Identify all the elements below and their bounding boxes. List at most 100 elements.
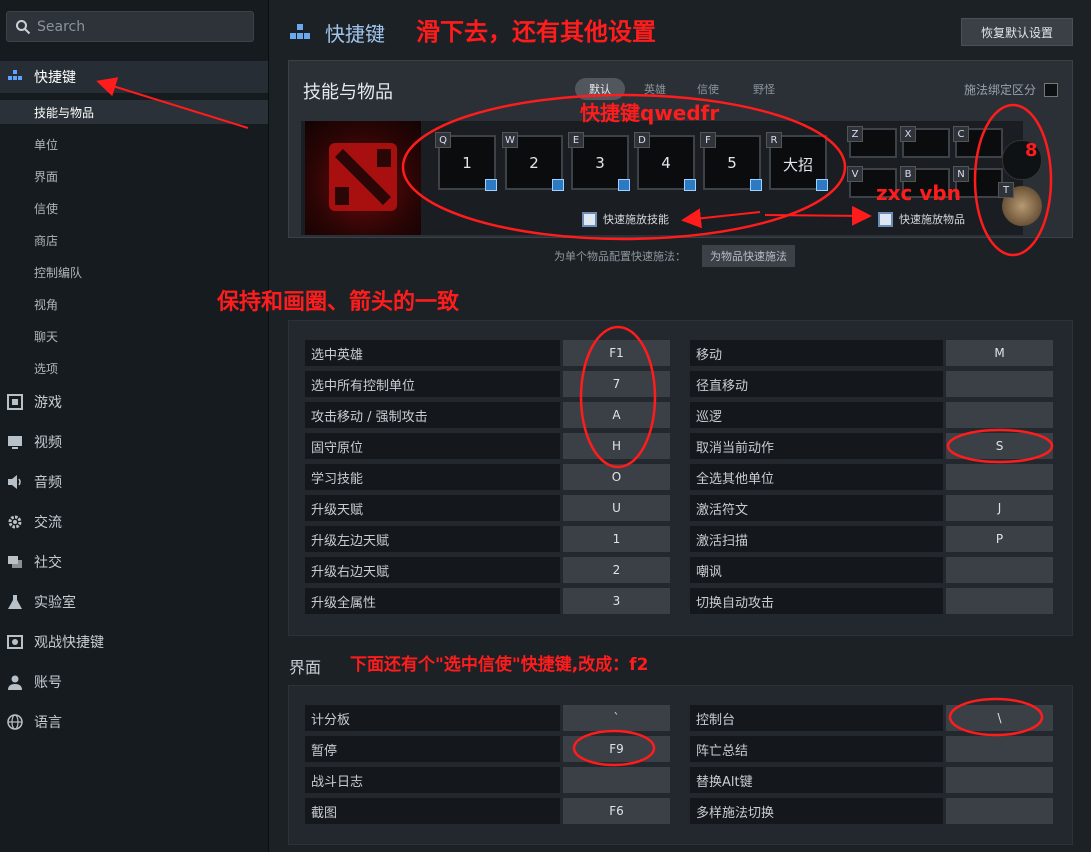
speaker-icon <box>6 473 24 491</box>
hotkey-binding-button[interactable]: 7 <box>563 371 670 397</box>
ability-slot-w[interactable]: W2 <box>502 132 564 191</box>
hotkey-label: 取消当前动作 <box>690 433 943 459</box>
hotkey-binding-button[interactable]: U <box>563 495 670 521</box>
item-slot-x[interactable]: X <box>900 126 950 158</box>
hotkey-binding-button[interactable] <box>946 798 1053 824</box>
dropdown-icon[interactable] <box>750 179 762 191</box>
hotkey-binding-button[interactable] <box>946 588 1053 614</box>
hotkey-binding-button[interactable]: 3 <box>563 588 670 614</box>
search-input[interactable]: Search <box>6 11 254 42</box>
hotkey-label: 切换自动攻击 <box>690 588 943 614</box>
sidebar-item-label: 交流 <box>34 515 62 531</box>
hotkey-label: 多样施法切换 <box>690 798 943 824</box>
hotkey-binding-button[interactable]: O <box>563 464 670 490</box>
hotkey-binding-button[interactable]: S <box>946 433 1053 459</box>
quick-cast-item-toggle[interactable]: 快速施放物品 <box>878 211 965 227</box>
sidebar-sub-interface[interactable]: 界面 <box>34 164 58 188</box>
sidebar-item-spectate-hotkeys[interactable]: 观战快捷键 <box>0 626 268 658</box>
hotkey-label: 嘲讽 <box>690 557 943 583</box>
hotkey-binding-button[interactable]: 1 <box>563 526 670 552</box>
dota-logo-icon <box>329 143 397 211</box>
hotkey-binding-button[interactable]: 2 <box>563 557 670 583</box>
hotkey-label: 升级右边天赋 <box>305 557 560 583</box>
hotkey-binding-button[interactable]: P <box>946 526 1053 552</box>
quick-cast-item-checkbox[interactable] <box>878 211 893 227</box>
per-item-quickcast-button[interactable]: 为物品快速施法 <box>702 245 795 267</box>
sidebar-item-game[interactable]: 游戏 <box>0 386 268 418</box>
hotkey-binding-button[interactable]: M <box>946 340 1053 366</box>
sidebar-item-language[interactable]: 语言 <box>0 706 268 738</box>
flask-icon <box>6 593 24 611</box>
dropdown-icon[interactable] <box>618 179 630 191</box>
quick-cast-ability-checkbox[interactable] <box>582 211 597 227</box>
hotkey-row: 移动 M <box>690 340 1053 366</box>
annotation-hotkey-note: 快捷键qwedfr <box>580 101 720 125</box>
hotkey-binding-button[interactable]: F9 <box>563 736 670 762</box>
hotkey-binding-button[interactable] <box>946 767 1053 793</box>
sidebar-item-communication[interactable]: 交流 <box>0 506 268 538</box>
reset-defaults-button[interactable]: 恢复默认设置 <box>961 18 1073 46</box>
tp-scroll-slot[interactable]: T <box>998 182 1042 226</box>
hotkey-binding-button[interactable]: H <box>563 433 670 459</box>
hotkey-binding-button[interactable] <box>946 557 1053 583</box>
hotkey-binding-button[interactable]: F6 <box>563 798 670 824</box>
hotkey-binding-button[interactable]: J <box>946 495 1053 521</box>
hotkey-row: 暂停 F9 <box>305 736 670 762</box>
cast-bind-checkbox[interactable] <box>1044 82 1058 97</box>
hotkey-label: 全选其他单位 <box>690 464 943 490</box>
hotkey-binding-button[interactable] <box>946 736 1053 762</box>
sidebar-sub-chat[interactable]: 聊天 <box>34 324 58 348</box>
item-slot-n[interactable]: N <box>953 166 1003 198</box>
hotkey-binding-button[interactable] <box>946 464 1053 490</box>
hotkey-binding-button[interactable] <box>563 767 670 793</box>
dropdown-icon[interactable] <box>816 179 828 191</box>
dropdown-icon[interactable] <box>485 179 497 191</box>
hotkey-binding-button[interactable]: A <box>563 402 670 428</box>
hotkey-row: 控制台 \ <box>690 705 1053 731</box>
ability-slot-e[interactable]: E3 <box>568 132 630 191</box>
cast-bind-toggle[interactable]: 施法绑定区分 <box>964 81 1058 98</box>
sidebar-item-label: 快捷键 <box>34 70 76 86</box>
ability-slot-f[interactable]: F5 <box>700 132 762 191</box>
ability-slot-r[interactable]: R 大招 <box>766 132 828 191</box>
sidebar-item-video[interactable]: 视频 <box>0 426 268 458</box>
dropdown-icon[interactable] <box>684 179 696 191</box>
sidebar-item-social[interactable]: 社交 <box>0 546 268 578</box>
ability-slot-q[interactable]: Q1 <box>435 132 497 191</box>
quick-cast-ability-toggle[interactable]: 快速施放技能 <box>582 211 669 227</box>
ability-slot-d[interactable]: D4 <box>634 132 696 191</box>
item-slot-c[interactable]: C <box>953 126 1003 158</box>
hotkey-label: 升级全属性 <box>305 588 560 614</box>
dropdown-icon[interactable] <box>552 179 564 191</box>
hotkey-label: 升级左边天赋 <box>305 526 560 552</box>
sidebar-item-hotkeys[interactable]: 快捷键 <box>0 61 268 93</box>
hotkey-row: 取消当前动作 S <box>690 433 1053 459</box>
sidebar-sub-control-groups[interactable]: 控制编队 <box>34 260 82 284</box>
item-key-label: C <box>953 126 969 142</box>
hotkey-row: 径直移动 <box>690 371 1053 397</box>
hotkey-label: 战斗日志 <box>305 767 560 793</box>
hotkey-binding-button[interactable] <box>946 402 1053 428</box>
sidebar-sub-shop[interactable]: 商店 <box>34 228 58 252</box>
sidebar-sub-units[interactable]: 单位 <box>34 132 58 156</box>
item-key-label: Z <box>847 126 863 142</box>
hotkey-row: 升级天赋 U <box>305 495 670 521</box>
tab-neutral[interactable]: 野怪 <box>744 78 784 100</box>
sidebar-sub-abilities[interactable]: 技能与物品 <box>0 100 268 124</box>
hotkey-label: 控制台 <box>690 705 943 731</box>
hotkey-row: 计分板 ` <box>305 705 670 731</box>
sidebar-sub-camera[interactable]: 视角 <box>34 292 58 316</box>
hotkey-label: 激活符文 <box>690 495 943 521</box>
hotkey-row: 截图 F6 <box>305 798 670 824</box>
hotkey-binding-button[interactable]: F1 <box>563 340 670 366</box>
hotkey-binding-button[interactable] <box>946 371 1053 397</box>
sidebar-item-lab[interactable]: 实验室 <box>0 586 268 618</box>
hotkey-label: 移动 <box>690 340 943 366</box>
sidebar-item-account[interactable]: 账号 <box>0 666 268 698</box>
hotkey-binding-button[interactable]: \ <box>946 705 1053 731</box>
item-slot-z[interactable]: Z <box>847 126 897 158</box>
hotkey-binding-button[interactable]: ` <box>563 705 670 731</box>
sidebar-sub-courier[interactable]: 信使 <box>34 196 58 220</box>
sidebar-sub-options[interactable]: 选项 <box>34 356 58 380</box>
sidebar-item-audio[interactable]: 音频 <box>0 466 268 498</box>
